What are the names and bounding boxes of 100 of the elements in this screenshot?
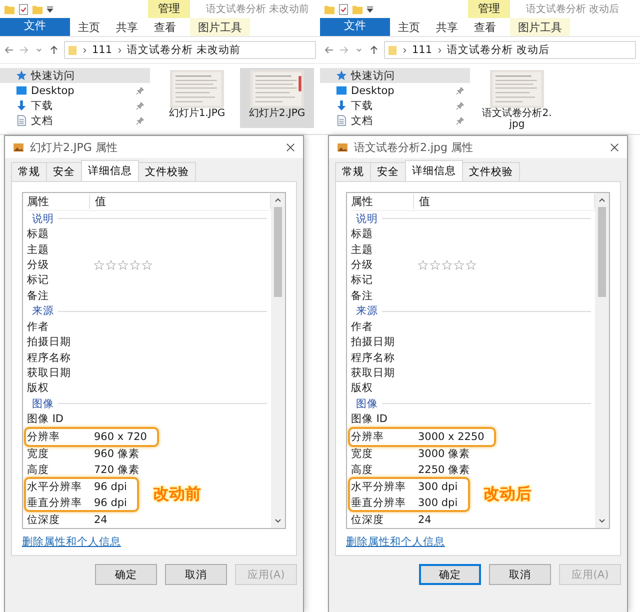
forward-icon[interactable] — [19, 45, 29, 55]
scroll-down-icon[interactable] — [598, 518, 606, 524]
property-name: 分级 — [27, 258, 50, 272]
rating-stars[interactable] — [94, 260, 152, 270]
scroll-down-icon[interactable] — [274, 518, 282, 524]
dialog-title: 幻灯片2.JPG 属性 — [30, 140, 118, 154]
up-arrow-icon[interactable] — [369, 45, 379, 55]
ribbon-tab[interactable]: 共享 — [108, 18, 146, 36]
window-title: 语文试卷分析 改动后 — [526, 2, 620, 16]
back-icon[interactable] — [4, 45, 14, 55]
star-icon — [94, 260, 104, 270]
nav-item[interactable]: 下载 — [320, 98, 470, 113]
ribbon-tab[interactable]: 主页 — [70, 18, 108, 36]
star-icon — [454, 260, 464, 270]
dialog-button[interactable]: 确定 — [419, 564, 481, 585]
scroll-up-icon[interactable] — [598, 197, 606, 203]
dropdown-icon[interactable] — [366, 5, 374, 13]
ribbon-tab[interactable]: 查看 — [466, 18, 504, 36]
tab[interactable]: 文件校验 — [138, 162, 196, 181]
remove-properties-link[interactable]: 删除属性和个人信息 — [22, 535, 121, 549]
property-name: 垂直分辨率 — [27, 496, 83, 510]
pin-icon — [456, 116, 464, 124]
checklist-icon[interactable] — [18, 4, 29, 14]
property-value: 960 x 720 — [94, 430, 148, 443]
tab[interactable]: 详细信息 — [405, 160, 463, 181]
nav-item[interactable]: 文档 — [0, 113, 150, 128]
rating-stars[interactable] — [418, 260, 476, 270]
property-name: 获取日期 — [27, 366, 72, 380]
breadcrumb[interactable]: 语文试卷分析 改动后 — [447, 43, 550, 57]
address-bar[interactable]: 111 语文试卷分析 未改动前 — [64, 41, 316, 59]
nav-item[interactable]: 下载 — [0, 98, 150, 113]
dialog-button[interactable]: 确定 — [95, 564, 157, 585]
section-heading: 来源 — [356, 304, 378, 318]
up-arrow-icon[interactable] — [49, 45, 59, 55]
breadcrumb[interactable]: 语文试卷分析 未改动前 — [127, 43, 240, 57]
context-tab[interactable]: 管理 — [148, 0, 190, 18]
property-name: 宽度 — [27, 447, 50, 462]
section-heading: 来源 — [32, 304, 54, 318]
file-item[interactable]: 幻灯片1.JPG — [160, 68, 234, 128]
pin-icon — [456, 86, 464, 94]
remove-properties-link[interactable]: 删除属性和个人信息 — [346, 535, 445, 549]
tab[interactable]: 详细信息 — [81, 160, 139, 181]
dialog-button[interactable]: 取消 — [165, 564, 227, 585]
star-icon — [16, 70, 27, 81]
property-name: 水平分辨率 — [351, 480, 407, 494]
property-value: 24 — [94, 514, 108, 526]
nav-item[interactable]: Desktop — [320, 83, 470, 98]
property-name: 水平分辨率 — [27, 480, 83, 494]
property-name: 标记 — [27, 273, 50, 288]
pin-icon — [136, 116, 144, 124]
tab[interactable]: 常规 — [11, 162, 47, 181]
scrollbar[interactable] — [595, 193, 609, 528]
scrollbar-thumb[interactable] — [598, 207, 606, 297]
file-item[interactable]: 幻灯片2.JPG — [240, 68, 314, 128]
scrollbar-thumb[interactable] — [274, 207, 282, 297]
close-icon[interactable] — [286, 142, 295, 152]
property-name: 版权 — [27, 381, 50, 396]
breadcrumb[interactable]: 111 — [92, 44, 112, 56]
desktop-icon — [16, 85, 27, 96]
property-name: 主题 — [351, 242, 374, 257]
ribbon-tab[interactable]: 查看 — [146, 18, 184, 36]
nav-item[interactable]: 快速访问 — [0, 68, 150, 83]
ribbon-tab[interactable]: 文件 — [320, 18, 390, 36]
property-value: 720 像素 — [94, 462, 140, 477]
property-name: 位深度 — [27, 513, 61, 528]
file-item[interactable]: 语文试卷分析2.jpg — [480, 68, 554, 132]
nav-item[interactable]: Desktop — [0, 83, 150, 98]
property-name: 高度 — [27, 462, 50, 477]
column-header[interactable]: 属性 — [351, 194, 414, 209]
star-icon — [130, 260, 140, 270]
nav-item[interactable]: 文档 — [320, 113, 470, 128]
breadcrumb[interactable]: 111 — [412, 44, 432, 56]
image-file-icon — [13, 142, 24, 152]
property-name: 标题 — [351, 227, 374, 242]
tab[interactable]: 文件校验 — [462, 162, 520, 181]
column-header[interactable]: 属性 — [27, 194, 90, 209]
star-icon — [106, 260, 116, 270]
context-tab[interactable]: 管理 — [468, 0, 510, 18]
ribbon-tab[interactable]: 主页 — [390, 18, 428, 36]
dropdown-icon[interactable] — [46, 5, 54, 13]
scroll-up-icon[interactable] — [274, 197, 282, 203]
scrollbar[interactable] — [271, 193, 285, 528]
nav-item[interactable]: 快速访问 — [320, 68, 470, 83]
ribbon-tab[interactable]: 图片工具 — [510, 18, 570, 36]
tab[interactable]: 常规 — [335, 162, 371, 181]
address-bar[interactable]: 111 语文试卷分析 改动后 — [384, 41, 636, 59]
property-value: 3000 像素 — [418, 447, 472, 462]
dialog-button[interactable]: 取消 — [489, 564, 551, 585]
ribbon-tab[interactable]: 文件 — [0, 18, 70, 36]
checklist-icon[interactable] — [338, 4, 349, 14]
ribbon-tab[interactable]: 图片工具 — [190, 18, 250, 36]
download-icon — [336, 100, 347, 111]
back-icon[interactable] — [324, 45, 334, 55]
close-icon[interactable] — [610, 142, 619, 152]
property-name: 作者 — [351, 320, 374, 334]
property-name: 宽度 — [351, 447, 374, 462]
folder-icon — [388, 44, 397, 56]
ribbon-tab[interactable]: 共享 — [428, 18, 466, 36]
forward-icon[interactable] — [339, 45, 349, 55]
property-name: 作者 — [27, 320, 50, 334]
